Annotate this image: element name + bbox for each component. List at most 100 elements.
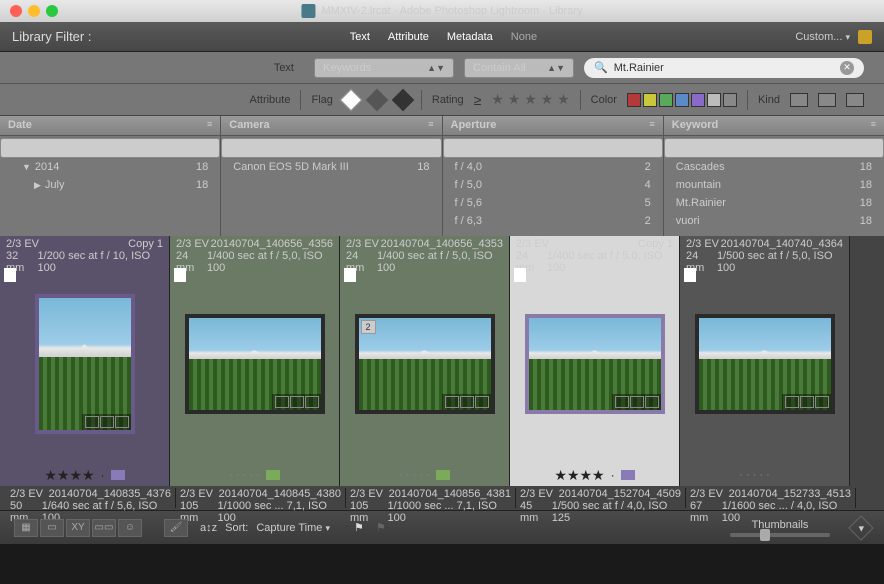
badge-icon [275,396,289,408]
color-swatches [627,93,737,107]
metadata-row[interactable]: f / 4,02 [443,158,663,176]
metadata-row[interactable]: ▶July18 [0,176,220,194]
window-title: MMXIV-2.lrcat - Adobe Photoshop Lightroo… [321,5,582,17]
library-filter-label: Library Filter : [12,29,91,44]
badge-icon [445,396,459,408]
metadata-column-keyword: Keyword≡All (4 Keywords)18Cascades18moun… [664,116,884,236]
color-chip[interactable] [266,470,280,480]
text-field-select[interactable]: Keywords▲▼ [314,58,454,78]
metadata-column-header[interactable]: Camera≡ [221,116,441,136]
search-input[interactable] [614,62,834,74]
rating-display[interactable]: ★★★★ [44,467,94,484]
color-swatch[interactable] [675,93,689,107]
badge-icon [305,396,319,408]
metadata-row[interactable]: Cascades18 [664,158,884,176]
color-chip[interactable] [621,470,635,480]
kind-master-icon[interactable] [790,93,808,107]
search-icon: 🔍 [594,61,608,74]
filter-tab-metadata[interactable]: Metadata [447,31,493,43]
painter-tool-icon[interactable]: 🖌 [164,519,188,537]
thumbnail-header: 2/3 EV20140704_152733_451367 mm1/1600 se… [686,488,856,508]
flag-icon [514,268,526,282]
badge-icon [615,396,629,408]
metadata-column-header[interactable]: Aperture≡ [443,116,663,136]
metadata-row[interactable]: Mt.Rainier18 [664,194,884,212]
rating-dots[interactable]: · · · · · [739,469,770,481]
flag-picked-icon[interactable] [340,88,363,111]
filter-tab-text[interactable]: Text [350,31,370,43]
color-chip[interactable] [776,470,790,480]
rating-dots[interactable]: · · · · · [399,469,430,481]
thumbnail-size-slider[interactable] [730,533,830,537]
minimize-window-button[interactable] [28,5,40,17]
clear-search-icon[interactable]: ✕ [840,61,854,75]
sort-field-select[interactable]: Capture Time ▾ [256,522,330,534]
metadata-row[interactable]: All (4 Keywords)18 [664,138,884,158]
thumbnail-cell[interactable]: 2/3 EVCopy 124 mm1/400 sec at f / 5,0, I… [510,236,680,486]
rating-display[interactable]: ★★★★ [554,467,604,484]
zoom-window-button[interactable] [46,5,58,17]
rating-stars[interactable]: ★ ★ ★ ★ ★ [491,91,569,108]
badge-icon [460,396,474,408]
reject-tool-icon[interactable]: ⚑ [376,521,386,534]
lightroom-icon [301,4,315,18]
badge-icon [630,396,644,408]
sort-direction-icon[interactable]: a↕z [200,522,217,534]
close-window-button[interactable] [10,5,22,17]
flag-tool-icon[interactable]: ⚑ [354,521,364,534]
filter-tab-none[interactable]: None [511,31,537,43]
flag-icon [4,268,16,282]
filter-tab-attribute[interactable]: Attribute [388,31,429,43]
metadata-row[interactable]: ▼201418 [0,158,220,176]
metadata-column-header[interactable]: Date≡ [0,116,220,136]
badge-icon [815,396,829,408]
color-chip[interactable] [111,470,125,480]
metadata-row[interactable]: Canon EOS 5D Mark III18 [221,158,441,176]
metadata-row[interactable]: All (1 Date)18 [0,138,220,158]
compare-view-icon[interactable]: XY [66,519,90,537]
flag-icon [684,268,696,282]
badge-icon [785,396,799,408]
metadata-column-header[interactable]: Keyword≡ [664,116,884,136]
rating-op[interactable]: ≥ [474,92,482,108]
filter-preset-menu[interactable]: Custom... ▾ [795,31,850,43]
kind-video-icon[interactable] [846,93,864,107]
flag-unflagged-icon[interactable] [366,88,389,111]
lock-icon[interactable] [858,30,872,44]
metadata-row[interactable]: f / 5,65 [443,194,663,212]
color-swatch[interactable] [723,93,737,107]
metadata-row[interactable]: mountain18 [664,176,884,194]
text-rule-select[interactable]: Contain All▲▼ [464,58,574,78]
color-swatch[interactable] [659,93,673,107]
kind-virtual-icon[interactable] [818,93,836,107]
metadata-row[interactable]: f / 6,32 [443,212,663,230]
flag-icon [344,268,356,282]
kind-label: Kind [758,94,780,106]
thumbnail-cell[interactable]: 2/3 EV20140704_140656_435624 mm1/400 sec… [170,236,340,486]
flag-rejected-icon[interactable] [392,88,415,111]
color-swatch[interactable] [707,93,721,107]
metadata-column-aperture: Aperture≡All (7 Apertures)18f / 4,02f / … [443,116,664,236]
survey-view-icon[interactable]: ▭▭ [92,519,116,537]
thumbnail-cell[interactable]: 2/3 EV20140704_140740_436424 mm1/500 sec… [680,236,850,486]
metadata-row[interactable]: All (7 Apertures)18 [443,138,663,158]
text-search-field[interactable]: 🔍 ✕ [584,58,864,78]
people-view-icon[interactable]: ☺ [118,519,142,537]
loupe-view-icon[interactable]: ▭ [40,519,64,537]
badge-icon [800,396,814,408]
grid-view-icon[interactable]: ▦ [14,519,38,537]
color-swatch[interactable] [691,93,705,107]
metadata-row[interactable]: All (1 Camera)18 [221,138,441,158]
metadata-row[interactable]: f / 5,04 [443,176,663,194]
thumbnail-cell[interactable]: 2/3 EVCopy 132 mm1/200 sec at f / 10, IS… [0,236,170,486]
color-swatch[interactable] [643,93,657,107]
color-chip[interactable] [436,470,450,480]
color-swatch[interactable] [627,93,641,107]
metadata-column-camera: Camera≡All (1 Camera)18Canon EOS 5D Mark… [221,116,442,236]
thumbnail-header: 2/3 EV20140704_152704_450945 mm1/500 sec… [516,488,686,508]
metadata-row[interactable]: vuori18 [664,212,884,230]
thumbnail-cell[interactable]: 2/3 EV20140704_140656_435324 mm1/400 sec… [340,236,510,486]
thumbnail-image [695,314,835,414]
rating-label: Rating [432,94,464,106]
rating-dots[interactable]: · · · · · [229,469,260,481]
